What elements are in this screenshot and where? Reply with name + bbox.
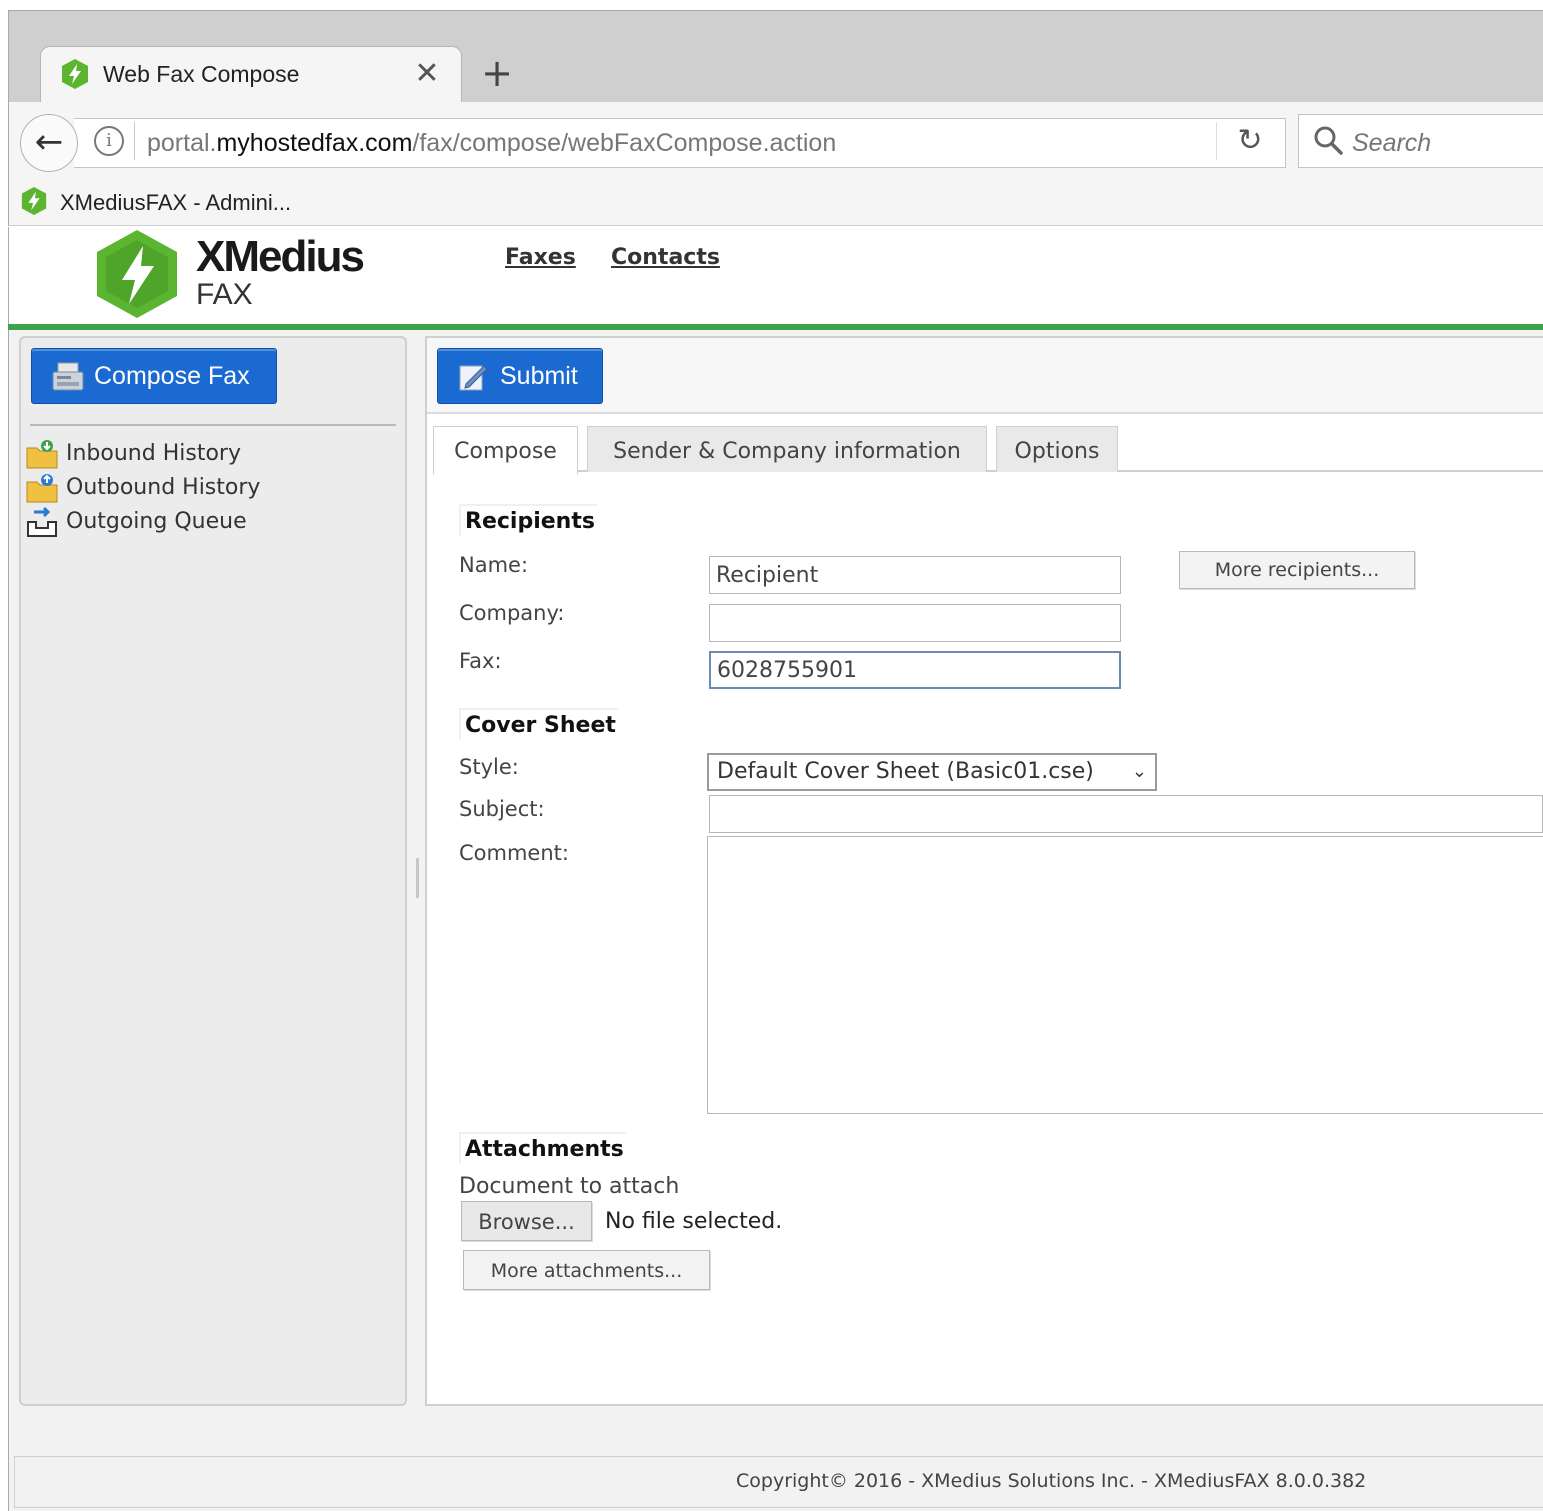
xmedius-logo-icon	[97, 230, 177, 318]
browse-button[interactable]: Browse...	[461, 1201, 592, 1241]
fax-machine-icon	[52, 362, 84, 391]
recipient-company-input[interactable]	[709, 604, 1121, 642]
more-recipients-button[interactable]: More recipients...	[1179, 551, 1415, 589]
url-text[interactable]: portal.myhostedfax.com/fax/compose/webFa…	[147, 126, 836, 160]
search-icon	[1314, 126, 1343, 155]
attachments-heading: Attachments	[461, 1134, 628, 1166]
sidebar-item-outbound-history[interactable]: Outbound History	[26, 472, 286, 504]
url-host: myhostedfax.com	[216, 129, 413, 157]
recipient-fax-input[interactable]	[709, 651, 1121, 689]
tab-options[interactable]: Options	[996, 426, 1118, 472]
company-label: Company:	[459, 601, 565, 625]
style-label: Style:	[459, 755, 519, 779]
search-placeholder: Search	[1352, 129, 1432, 157]
nav-contacts-link[interactable]: Contacts	[611, 242, 720, 274]
name-label: Name:	[459, 553, 529, 577]
tab-title: Web Fax Compose	[103, 61, 300, 87]
panel-resize-handle[interactable]	[416, 858, 419, 898]
fax-label: Fax:	[459, 649, 502, 673]
nav-faxes-link[interactable]: Faxes	[505, 242, 576, 274]
xmedius-favicon-icon	[62, 59, 88, 89]
submit-document-icon	[459, 365, 488, 391]
url-prefix: portal.	[147, 129, 217, 157]
submit-button[interactable]: Submit	[437, 348, 603, 404]
sidebar-divider	[30, 424, 396, 426]
cover-style-select[interactable]: Default Cover Sheet (Basic01.cse) ⌄	[707, 753, 1157, 791]
reload-icon[interactable]: ↻	[1234, 124, 1266, 158]
comment-textarea[interactable]	[707, 836, 1543, 1114]
recipients-heading: Recipients	[461, 506, 599, 538]
url-separator	[134, 122, 135, 160]
tab-sender-company[interactable]: Sender & Company information	[587, 426, 987, 472]
sidebar-item-outgoing-queue[interactable]: Outgoing Queue	[26, 506, 266, 538]
compose-fax-label: Compose Fax	[94, 362, 250, 390]
folder-inbound-icon	[26, 440, 58, 469]
sidebar-item-label: Outgoing Queue	[66, 509, 247, 534]
cover-sheet-heading: Cover Sheet	[461, 710, 620, 742]
outbox-queue-icon	[27, 506, 57, 537]
tab-compose[interactable]: Compose	[433, 426, 578, 474]
cover-style-value: Default Cover Sheet (Basic01.cse)	[717, 759, 1094, 784]
folder-outbound-icon	[26, 474, 58, 503]
info-icon[interactable]: i	[94, 126, 124, 156]
sidebar-item-label: Inbound History	[66, 441, 241, 466]
recipient-name-input[interactable]	[709, 556, 1121, 594]
close-tab-icon[interactable]: ✕	[412, 58, 442, 90]
submit-label: Submit	[500, 362, 578, 390]
subject-label: Subject:	[459, 797, 545, 821]
logo-wordmark: XMedius	[196, 232, 365, 281]
copyright-text: Copyright© 2016 - XMedius Solutions Inc.…	[736, 1470, 1367, 1492]
back-arrow-icon[interactable]: ←	[20, 114, 78, 172]
bookmark-xmediusfax[interactable]: XMediusFAX - Admini...	[60, 188, 291, 218]
compose-fax-button[interactable]: Compose Fax	[31, 348, 277, 404]
no-file-selected-text: No file selected.	[605, 1209, 783, 1234]
bookmark-favicon-icon	[21, 187, 47, 215]
sidebar-item-label: Outbound History	[66, 475, 261, 500]
subject-input[interactable]	[709, 795, 1543, 833]
reload-separator	[1216, 122, 1217, 160]
sidebar-item-inbound-history[interactable]: Inbound History	[26, 438, 266, 470]
document-to-attach-label: Document to attach	[459, 1174, 680, 1199]
chevron-down-icon: ⌄	[1131, 761, 1147, 782]
comment-label: Comment:	[459, 841, 569, 865]
new-tab-icon[interactable]: +	[480, 54, 514, 92]
more-attachments-button[interactable]: More attachments...	[463, 1250, 710, 1290]
logo-fax: FAX	[196, 278, 253, 311]
url-path: /fax/compose/webFaxCompose.action	[412, 129, 837, 157]
